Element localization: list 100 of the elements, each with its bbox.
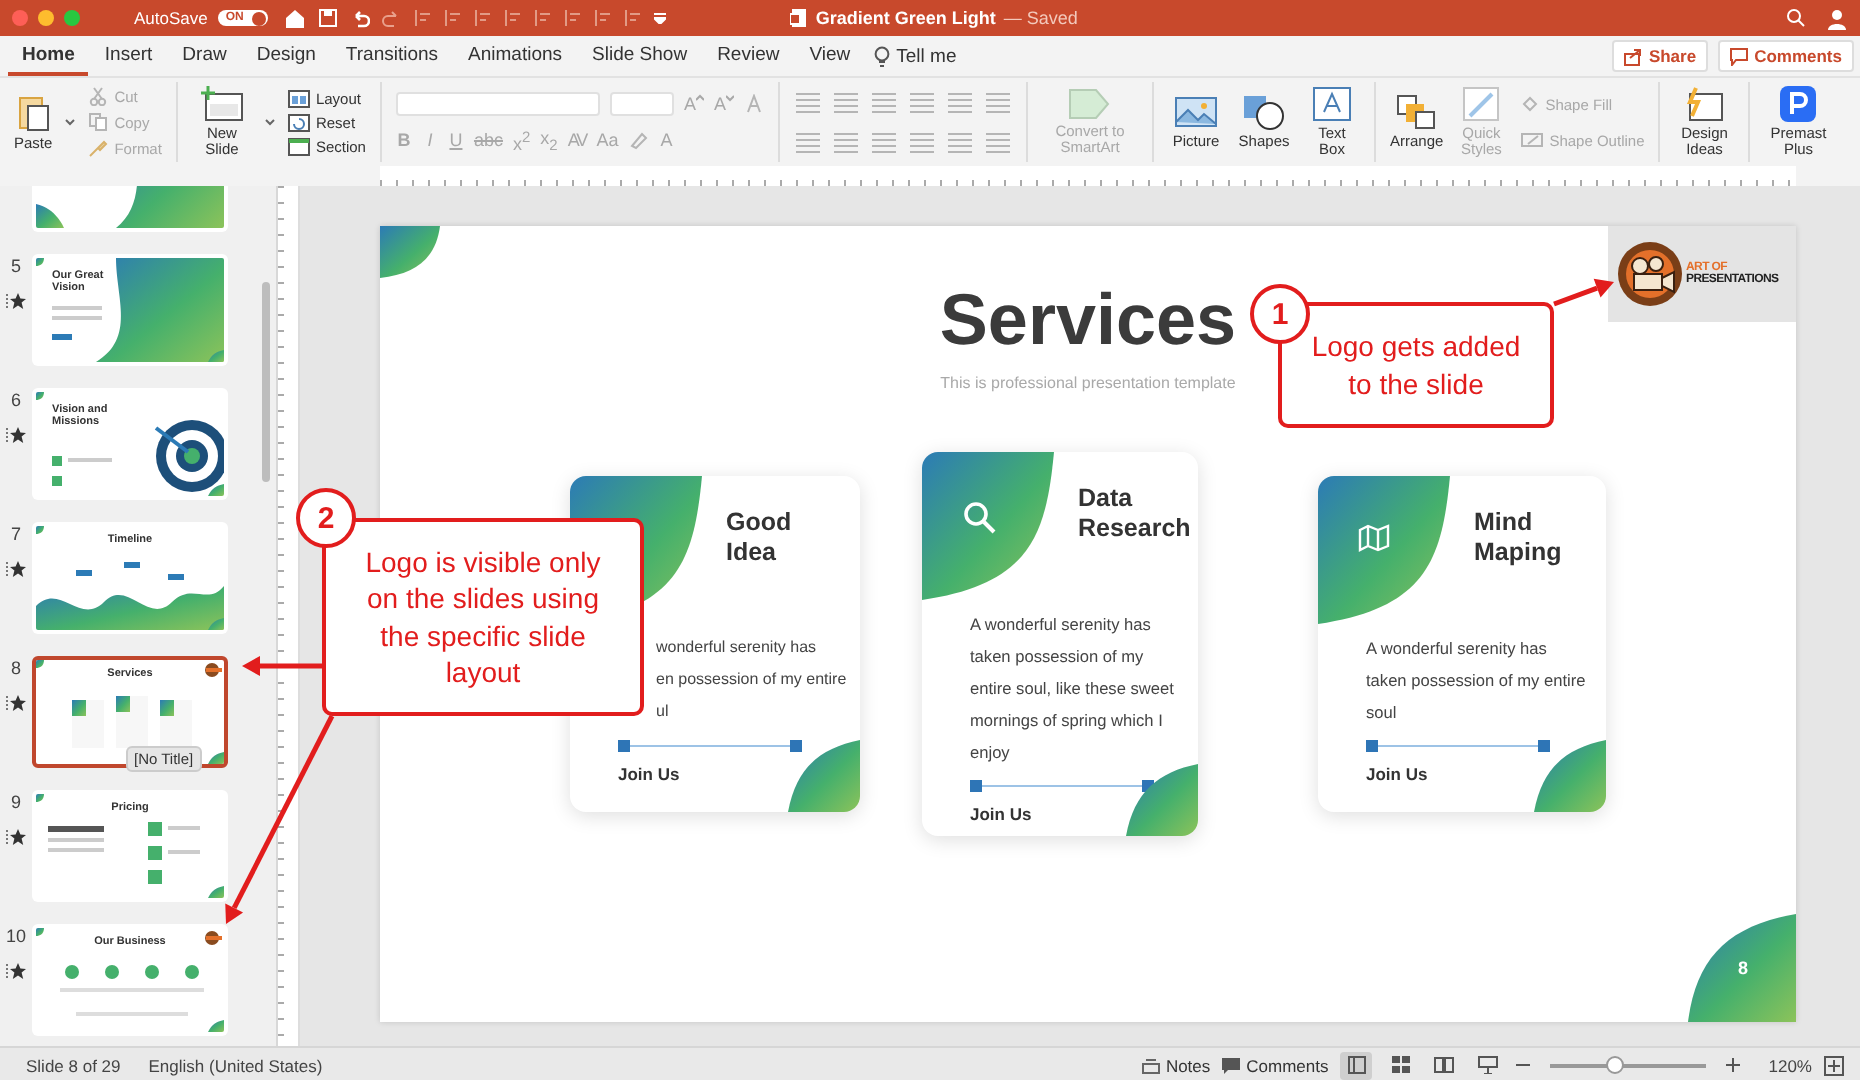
smartart-icon bbox=[1068, 87, 1113, 120]
align-icon[interactable] bbox=[473, 8, 492, 28]
language-status[interactable]: English (United States) bbox=[148, 1055, 323, 1075]
map-icon bbox=[1358, 524, 1390, 552]
slide-counter: Slide 8 of 29 bbox=[26, 1055, 121, 1075]
design-ideas-icon bbox=[1684, 85, 1725, 122]
slide-number: 8 bbox=[10, 658, 21, 678]
ribbon-tab[interactable]: Transitions bbox=[331, 36, 453, 76]
autosave-label: AutoSave bbox=[134, 8, 208, 28]
card-title: Data Research bbox=[1076, 482, 1193, 546]
justify-icon[interactable] bbox=[908, 130, 937, 154]
text-box-icon[interactable] bbox=[1312, 85, 1353, 122]
close-button[interactable] bbox=[12, 10, 28, 26]
join-us-link[interactable]: Join Us bbox=[970, 804, 1032, 824]
quick-styles-icon bbox=[1461, 85, 1502, 122]
align-icon[interactable] bbox=[593, 8, 612, 28]
premast-icon bbox=[1780, 85, 1817, 122]
layout-icon[interactable] bbox=[287, 89, 310, 107]
ribbon-tab[interactable]: Home bbox=[8, 36, 89, 76]
align-left-icon[interactable] bbox=[794, 130, 823, 154]
zoom-out-icon[interactable] bbox=[1516, 1058, 1531, 1072]
caret-icon[interactable] bbox=[64, 118, 77, 126]
redo-icon[interactable] bbox=[381, 8, 402, 28]
user-icon[interactable] bbox=[1826, 7, 1848, 29]
camera-logo-icon bbox=[1616, 240, 1684, 308]
card-title: Mind Maping bbox=[1472, 506, 1564, 570]
zoom-in-icon[interactable] bbox=[1726, 1058, 1741, 1072]
zoom-level[interactable]: 120% bbox=[1768, 1055, 1812, 1075]
align-icon[interactable] bbox=[533, 8, 552, 28]
share-icon bbox=[1624, 47, 1643, 65]
corner-shape bbox=[380, 226, 440, 278]
search-icon[interactable] bbox=[1786, 8, 1806, 28]
corner-shape bbox=[1534, 740, 1606, 812]
arrow bbox=[1553, 278, 1614, 307]
star-icon bbox=[6, 828, 26, 846]
slide-subtitle: This is professional presentation template bbox=[940, 374, 1236, 392]
align-center-icon[interactable] bbox=[832, 130, 861, 154]
join-us-link[interactable]: Join Us bbox=[618, 764, 680, 784]
star-icon bbox=[6, 560, 26, 578]
corner-shape bbox=[1688, 914, 1796, 1022]
view-button[interactable] bbox=[1340, 1051, 1373, 1079]
font-size-field[interactable] bbox=[609, 91, 674, 115]
slide-number: 10 bbox=[5, 926, 26, 946]
slide-number: 7 bbox=[10, 524, 21, 544]
join-us-link[interactable]: Join Us bbox=[1366, 764, 1428, 784]
star-icon bbox=[6, 426, 26, 444]
caret-up-icon bbox=[696, 93, 704, 101]
align-icon[interactable] bbox=[443, 8, 462, 28]
minimize-button[interactable] bbox=[38, 10, 54, 26]
fit-to-window-icon[interactable] bbox=[1824, 1055, 1844, 1075]
picture-icon[interactable] bbox=[1174, 93, 1219, 130]
star-icon bbox=[6, 962, 26, 980]
tell-me-search[interactable]: Tell me bbox=[896, 45, 957, 67]
align-icon[interactable] bbox=[503, 8, 522, 28]
reset-icon[interactable] bbox=[287, 113, 310, 131]
undo-icon[interactable] bbox=[349, 8, 370, 28]
arrow bbox=[242, 656, 322, 676]
card-text: wonderful serenity has en possession of my entire ul bbox=[656, 636, 847, 724]
ribbon-tab[interactable]: Design bbox=[242, 36, 330, 76]
home-icon[interactable] bbox=[283, 8, 306, 28]
ribbon-tab[interactable]: Insert bbox=[90, 36, 167, 76]
font-name-field[interactable] bbox=[395, 91, 600, 115]
align-icon[interactable] bbox=[623, 8, 642, 28]
ribbon-tab[interactable]: Review bbox=[703, 36, 794, 76]
slide-number: 6 bbox=[10, 390, 21, 410]
scrollbar[interactable] bbox=[262, 282, 270, 482]
comments-status-button[interactable]: Comments bbox=[1222, 1055, 1329, 1075]
customize-toolbar-icon[interactable] bbox=[653, 12, 666, 24]
align-icon[interactable] bbox=[563, 8, 582, 28]
page-number: 8 bbox=[1737, 958, 1748, 978]
ribbon-tab[interactable]: View bbox=[795, 36, 865, 76]
save-icon[interactable] bbox=[317, 8, 338, 28]
star-icon bbox=[6, 292, 26, 310]
section-icon[interactable] bbox=[287, 137, 310, 155]
ribbon-tab[interactable]: Slide Show bbox=[578, 36, 702, 76]
lightbulb-icon[interactable] bbox=[874, 45, 891, 67]
card-text: A wonderful serenity has taken possession of my entire soul bbox=[1364, 636, 1588, 726]
notes-button[interactable]: Notes bbox=[1141, 1055, 1211, 1075]
comment-icon bbox=[1730, 47, 1749, 65]
maximize-button[interactable] bbox=[64, 10, 80, 26]
card-title: Good Idea bbox=[724, 506, 794, 570]
highlighter-icon[interactable] bbox=[628, 130, 649, 150]
save-status: — Saved bbox=[1003, 8, 1078, 28]
caret-down-icon bbox=[726, 93, 735, 101]
ribbon-tab[interactable]: Animations bbox=[454, 36, 577, 76]
star-icon bbox=[6, 694, 26, 712]
document-icon bbox=[789, 8, 808, 28]
notes-icon bbox=[1141, 1057, 1160, 1073]
align-right-icon[interactable] bbox=[870, 130, 899, 154]
comments-button[interactable]: Comments bbox=[1718, 40, 1854, 72]
clear-formatting-icon[interactable] bbox=[744, 93, 765, 113]
card-text: A wonderful serenity has taken possession of my entire soul, like these sweet mornings of spring which I enjoy bbox=[968, 612, 1176, 766]
ribbon-tab[interactable]: Draw bbox=[168, 36, 241, 76]
align-icon[interactable] bbox=[413, 8, 432, 28]
slide-title: Services bbox=[939, 278, 1237, 362]
share-button[interactable]: Share bbox=[1612, 40, 1709, 72]
corner-shape bbox=[1126, 764, 1198, 836]
search-icon bbox=[962, 500, 998, 536]
caret-icon[interactable] bbox=[263, 118, 276, 126]
shapes-icon[interactable] bbox=[1242, 93, 1287, 130]
